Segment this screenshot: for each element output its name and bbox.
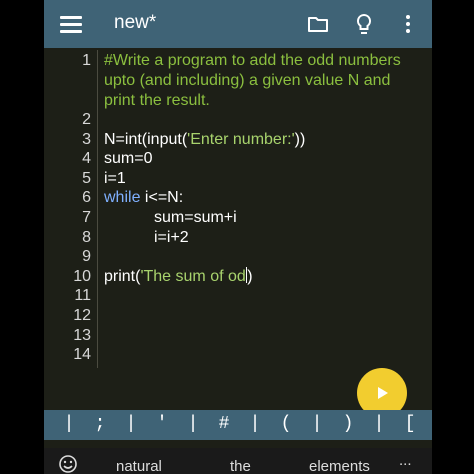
lightbulb-icon[interactable] <box>352 12 376 36</box>
app-bar: new* <box>44 0 432 48</box>
string-literal: 'Enter number:' <box>187 131 295 148</box>
code-token: print( <box>104 268 141 285</box>
symbol-key[interactable]: ' <box>147 414 177 434</box>
menu-icon[interactable] <box>60 14 82 34</box>
suggestion-word[interactable]: elements <box>309 458 370 474</box>
more-suggestions-button[interactable]: ... <box>399 452 412 469</box>
symbol-key[interactable]: | <box>116 414 146 434</box>
line-number: 14 <box>73 346 91 363</box>
code-text: N=int(input('Enter number:')) <box>104 130 305 150</box>
screen: new* 1 #Write a program to add the odd n… <box>44 0 432 474</box>
symbol-key[interactable]: ) <box>333 414 363 434</box>
line-number: 3 <box>82 131 91 148</box>
gutter-divider <box>97 50 98 368</box>
symbol-key[interactable]: # <box>209 414 239 434</box>
line-number: 6 <box>82 189 91 206</box>
code-text: while i<=N: <box>104 188 183 208</box>
symbol-key[interactable]: | <box>240 414 270 434</box>
keyboard-suggestion-bar: natural the elements ... <box>44 448 432 474</box>
code-text: print('The sum of od) <box>104 267 253 287</box>
symbol-key[interactable]: | <box>364 414 394 434</box>
line-number: 9 <box>82 248 91 265</box>
symbol-key[interactable]: | <box>302 414 332 434</box>
folder-icon[interactable] <box>306 12 330 36</box>
code-token: )) <box>294 131 306 148</box>
play-icon <box>378 387 388 399</box>
line-number: 5 <box>82 170 91 187</box>
code-token: i<=N: <box>140 189 184 206</box>
line-number: 12 <box>73 307 91 324</box>
file-title: new* <box>114 12 157 33</box>
line-number: 11 <box>74 287 91 304</box>
code-editor[interactable]: 1 #Write a program to add the odd number… <box>44 48 432 410</box>
comment-text: #Write a program to add the odd numbers <box>104 52 401 69</box>
line-number: 10 <box>73 268 91 285</box>
code-text: i=1 <box>104 170 126 187</box>
line-number: 2 <box>82 111 91 128</box>
line-number: 8 <box>82 229 91 246</box>
line-number: 7 <box>82 209 91 226</box>
comment-text: upto (and including) a given value N and <box>104 72 391 89</box>
suggestion-word[interactable]: the <box>230 458 251 474</box>
comment-text: print the result. <box>104 92 210 109</box>
symbol-bar: | ; | ' | # | ( | ) | [ <box>44 410 432 440</box>
line-number: 4 <box>82 150 91 167</box>
symbol-key[interactable]: | <box>178 414 208 434</box>
symbol-key[interactable]: ; <box>85 414 115 434</box>
emoji-icon[interactable] <box>58 454 78 474</box>
line-number: 13 <box>73 327 91 344</box>
code-text: sum=0 <box>104 150 153 167</box>
code-token: N=int(input( <box>104 131 188 148</box>
symbol-key[interactable]: ( <box>271 414 301 434</box>
string-literal: 'The sum of od <box>140 268 246 285</box>
code-token: ) <box>247 268 253 285</box>
suggestion-word[interactable]: natural <box>116 458 162 474</box>
line-number: 1 <box>82 52 91 69</box>
code-text: sum=sum+i <box>154 209 237 226</box>
symbol-key[interactable]: | <box>54 414 84 434</box>
keyword: while <box>104 189 141 206</box>
more-vert-icon[interactable] <box>396 12 420 36</box>
code-text: i=i+2 <box>154 229 189 246</box>
symbol-key[interactable]: [ <box>395 414 425 434</box>
